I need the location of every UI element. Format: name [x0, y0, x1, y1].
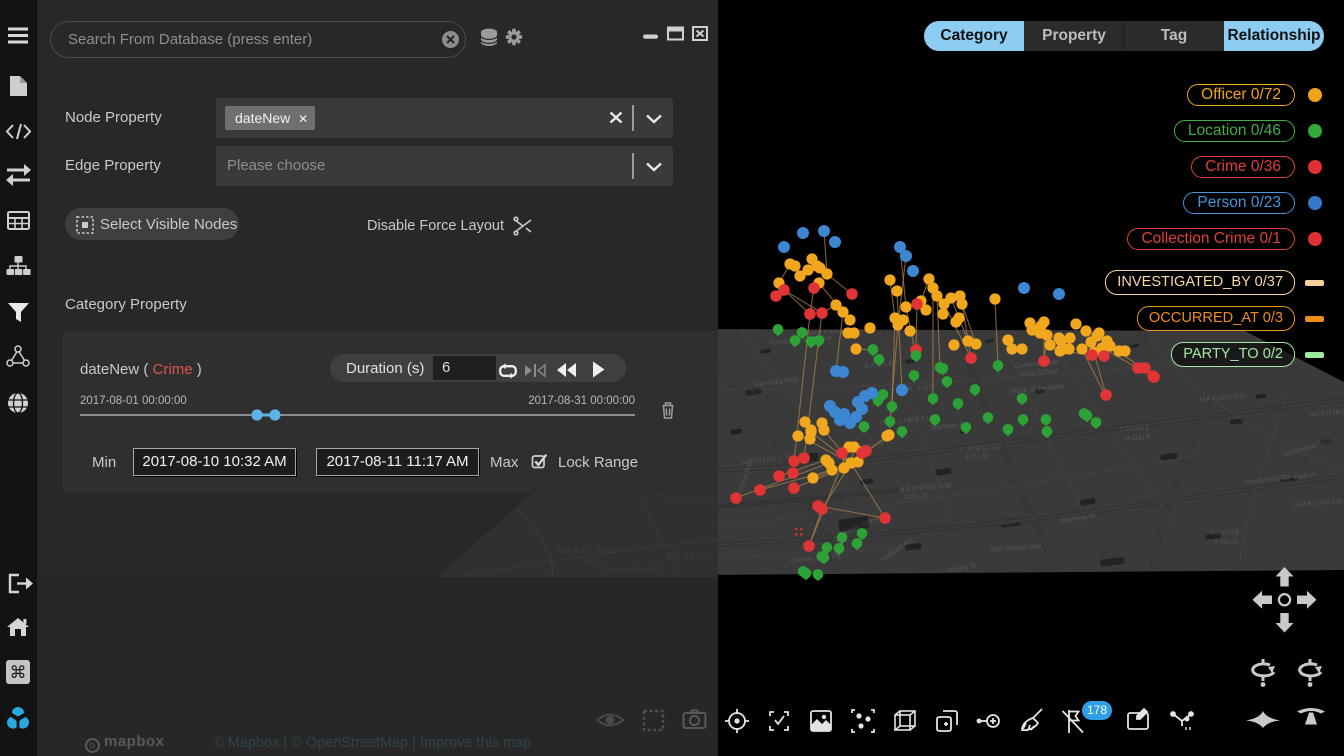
svg-text:MARKLAND: MARKLAND [557, 545, 620, 555]
svg-text:⌘: ⌘ [10, 663, 27, 682]
svg-text:HEATON: HEATON [667, 550, 714, 560]
